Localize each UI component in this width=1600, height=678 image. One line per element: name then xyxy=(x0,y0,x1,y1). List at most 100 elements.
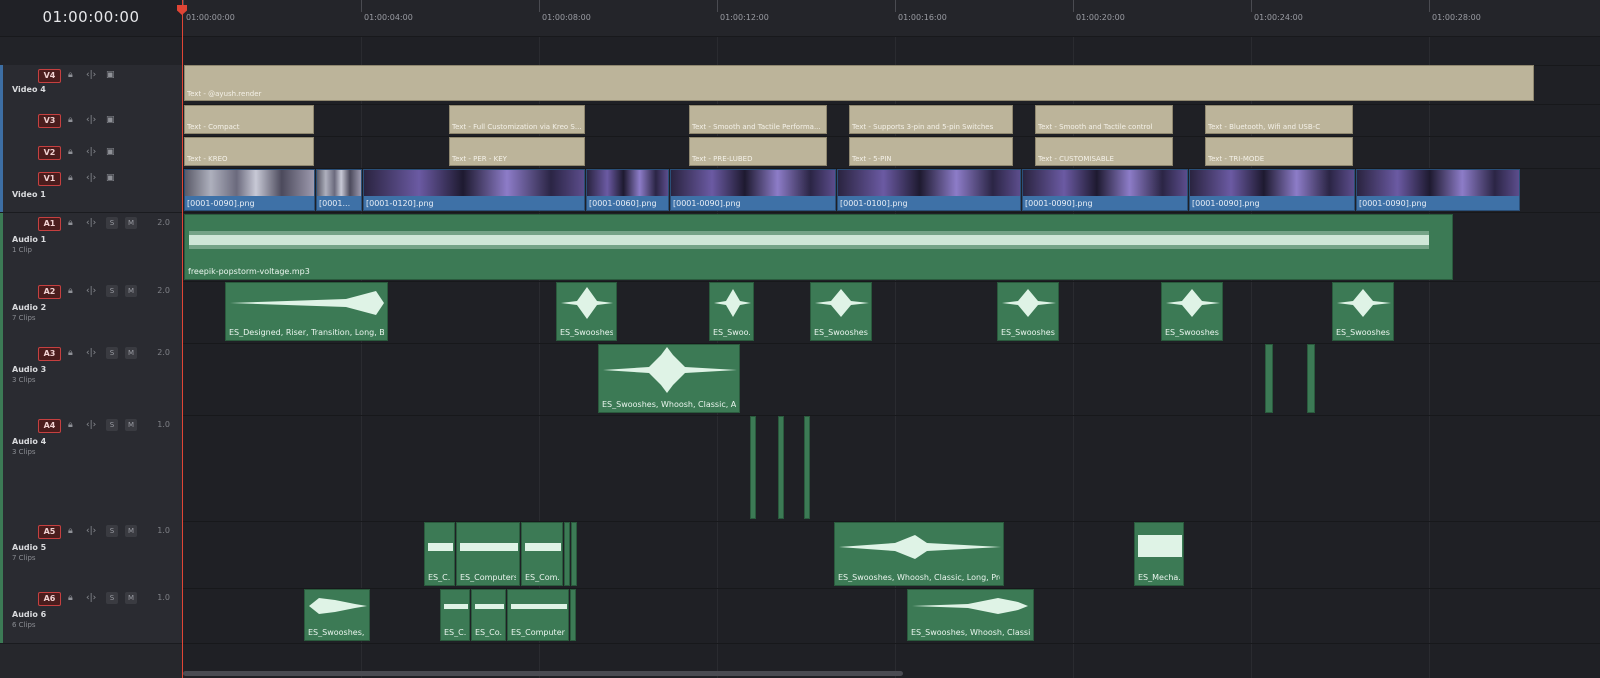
track-header-v4[interactable]: V4 🔒︎ ‹|› ▣ Video 4 xyxy=(0,65,182,105)
track-header-a1[interactable]: A1 🔒︎ ‹|› S M 2.0 Audio 1 1 Clip xyxy=(0,213,182,282)
video-clip[interactable]: [0001-0090].png xyxy=(184,169,315,211)
solo-button[interactable]: S xyxy=(106,347,118,359)
solo-button[interactable]: S xyxy=(106,285,118,297)
video-clip[interactable]: [0001-0090].png xyxy=(1022,169,1188,211)
text-clip[interactable]: Text - 5-PIN xyxy=(849,137,1013,166)
lock-icon[interactable]: 🔒︎ xyxy=(68,285,73,298)
text-clip[interactable]: Text - Bluetooth, Wifi and USB-C xyxy=(1205,105,1353,134)
audio-clip[interactable]: ES_Swooshes, Whoosh, Classic, Long, Proc… xyxy=(834,522,1004,586)
track-id-badge[interactable]: V2 xyxy=(38,146,61,160)
lock-icon[interactable]: 🔒︎ xyxy=(68,217,73,230)
track-header-a2[interactable]: A2 🔒︎ ‹|› S M 2.0 Audio 2 7 Clips xyxy=(0,281,182,344)
text-clip[interactable]: Text - @ayush.render xyxy=(184,65,1534,101)
video-clip[interactable]: [0001-0090].png xyxy=(1356,169,1520,211)
auto-select-icon[interactable]: ‹|› xyxy=(86,114,96,127)
auto-select-icon[interactable]: ‹|› xyxy=(86,347,96,360)
auto-select-icon[interactable]: ‹|› xyxy=(86,217,96,230)
time-ruler[interactable]: 01:00:00:00 01:00:04:00 01:00:08:00 01:0… xyxy=(183,0,1600,37)
text-clip[interactable]: Text - PRE-LUBED xyxy=(689,137,827,166)
audio-clip[interactable]: ES_C... xyxy=(440,589,470,641)
audio-clip[interactable] xyxy=(804,416,810,519)
audio-clip[interactable]: ES_Com... xyxy=(521,522,563,586)
auto-select-icon[interactable]: ‹|› xyxy=(86,69,96,82)
track-header-a5[interactable]: A5 🔒︎ ‹|› S M 1.0 Audio 5 7 Clips xyxy=(0,521,182,589)
track-id-badge[interactable]: V4 xyxy=(38,69,61,83)
lock-icon[interactable]: 🔒︎ xyxy=(68,419,73,432)
track-header-a6[interactable]: A6 🔒︎ ‹|› S M 1.0 Audio 6 6 Clips xyxy=(0,588,182,644)
text-clip[interactable]: Text - Compact xyxy=(184,105,314,134)
lock-icon[interactable]: 🔒︎ xyxy=(68,114,73,127)
track-header-v3[interactable]: V3 🔒︎ ‹|› ▣ xyxy=(0,104,182,137)
track-header-a4[interactable]: A4 🔒︎ ‹|› S M 1.0 Audio 4 3 Clips xyxy=(0,415,182,522)
mute-button[interactable]: M xyxy=(125,419,137,431)
track-id-badge[interactable]: A1 xyxy=(38,217,61,231)
audio-clip[interactable]: ES_Swooshes,... xyxy=(556,282,617,341)
text-clip[interactable]: Text - TRI-MODE xyxy=(1205,137,1353,166)
auto-select-icon[interactable]: ‹|› xyxy=(86,419,96,432)
mute-button[interactable]: M xyxy=(125,217,137,229)
track-id-badge[interactable]: V3 xyxy=(38,114,61,128)
mute-button[interactable]: M xyxy=(125,347,137,359)
text-clip[interactable]: Text - Smooth and Tactile Performa... xyxy=(689,105,827,134)
audio-clip[interactable]: ES_Designed, Riser, Transition, Long, Bu… xyxy=(225,282,388,341)
video-clip[interactable]: [0001-0090].png xyxy=(670,169,836,211)
track-id-badge[interactable]: V1 xyxy=(38,172,61,186)
audio-clip[interactable] xyxy=(1307,344,1315,413)
auto-select-icon[interactable]: ‹|› xyxy=(86,592,96,605)
text-clip[interactable]: Text - CUSTOMISABLE xyxy=(1035,137,1173,166)
mute-button[interactable]: M xyxy=(125,285,137,297)
audio-clip[interactable]: ES_C... xyxy=(424,522,455,586)
text-clip[interactable]: Text - Smooth and Tactile control xyxy=(1035,105,1173,134)
monitor-icon[interactable]: ▣ xyxy=(106,172,115,185)
audio-clip[interactable]: ES_Swooshes,... xyxy=(1161,282,1223,341)
audio-clip[interactable] xyxy=(750,416,756,519)
solo-button[interactable]: S xyxy=(106,592,118,604)
video-clip[interactable]: [0001-0120].png xyxy=(363,169,585,211)
lock-icon[interactable]: 🔒︎ xyxy=(68,146,73,159)
audio-clip[interactable]: freepik-popstorm-voltage.mp3 xyxy=(184,214,1453,280)
video-clip[interactable]: [0001-0060].png xyxy=(586,169,669,211)
monitor-icon[interactable]: ▣ xyxy=(106,114,115,127)
auto-select-icon[interactable]: ‹|› xyxy=(86,285,96,298)
audio-clip[interactable]: ES_Computers... xyxy=(456,522,520,586)
lock-icon[interactable]: 🔒︎ xyxy=(68,525,73,538)
audio-clip[interactable]: ES_Mecha... xyxy=(1134,522,1184,586)
video-clip[interactable]: [0001-0090].png xyxy=(1189,169,1355,211)
video-clip[interactable]: [0001-0100].png xyxy=(837,169,1021,211)
monitor-icon[interactable]: ▣ xyxy=(106,146,115,159)
audio-clip[interactable]: ES_Swooshes,... xyxy=(810,282,872,341)
track-id-badge[interactable]: A5 xyxy=(38,525,61,539)
audio-clip[interactable]: ES_Co... xyxy=(471,589,506,641)
timeline-canvas[interactable]: Text - @ayush.render Text - Compact Text… xyxy=(183,37,1600,678)
text-clip[interactable]: Text - KREO xyxy=(184,137,314,166)
track-id-badge[interactable]: A4 xyxy=(38,419,61,433)
auto-select-icon[interactable]: ‹|› xyxy=(86,146,96,159)
lock-icon[interactable]: 🔒︎ xyxy=(68,69,73,82)
video-clip[interactable]: [0001... xyxy=(316,169,362,211)
solo-button[interactable]: S xyxy=(106,217,118,229)
lock-icon[interactable]: 🔒︎ xyxy=(68,347,73,360)
audio-clip[interactable]: ES_Computers... xyxy=(507,589,569,641)
text-clip[interactable]: Text - Supports 3-pin and 5-pin Switches xyxy=(849,105,1013,134)
track-header-v1[interactable]: V1 🔒︎ ‹|› ▣ Video 1 xyxy=(0,168,182,213)
track-header-a3[interactable]: A3 🔒︎ ‹|› S M 2.0 Audio 3 3 Clips xyxy=(0,343,182,416)
playhead[interactable] xyxy=(182,0,183,678)
lock-icon[interactable]: 🔒︎ xyxy=(68,172,73,185)
text-clip[interactable]: Text - Full Customization via Kreo S... xyxy=(449,105,585,134)
audio-clip[interactable] xyxy=(570,589,576,641)
current-timecode[interactable]: 01:00:00:00 xyxy=(0,8,182,26)
audio-clip[interactable] xyxy=(1265,344,1273,413)
track-id-badge[interactable]: A6 xyxy=(38,592,61,606)
monitor-icon[interactable]: ▣ xyxy=(106,69,115,82)
mute-button[interactable]: M xyxy=(125,592,137,604)
audio-clip[interactable]: ES_Swooshes, ... xyxy=(304,589,370,641)
mute-button[interactable]: M xyxy=(125,525,137,537)
solo-button[interactable]: S xyxy=(106,419,118,431)
audio-clip[interactable] xyxy=(571,522,577,586)
audio-clip[interactable]: ES_Swooshes,... xyxy=(1332,282,1394,341)
text-clip[interactable]: Text - PER - KEY xyxy=(449,137,585,166)
track-id-badge[interactable]: A3 xyxy=(38,347,61,361)
track-header-v2[interactable]: V2 🔒︎ ‹|› ▣ xyxy=(0,136,182,169)
audio-clip[interactable]: ES_Swooshes,... xyxy=(997,282,1059,341)
horizontal-scrollbar[interactable] xyxy=(183,671,903,676)
